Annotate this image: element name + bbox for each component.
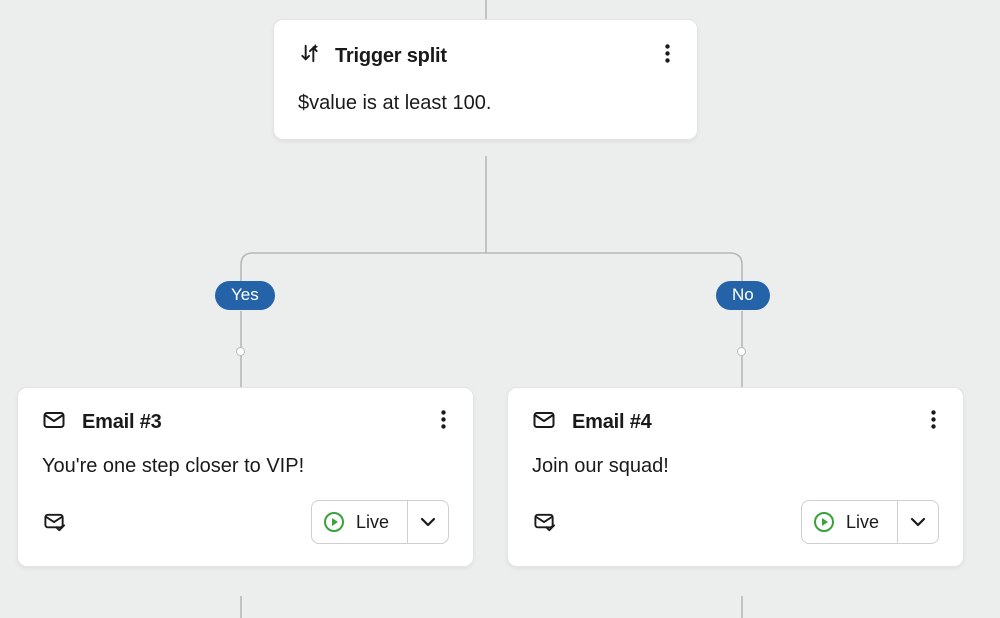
email-status-label: Live	[846, 512, 879, 533]
branch-badge-no: No	[716, 281, 770, 310]
email-title: Email #4	[572, 411, 652, 434]
email-title: Email #3	[82, 411, 162, 434]
live-status-icon	[324, 512, 344, 532]
email-more-button[interactable]	[921, 407, 945, 431]
live-status-icon	[814, 512, 834, 532]
email-node-4[interactable]: Email #4 Join our squad!	[507, 387, 964, 567]
trigger-more-button[interactable]	[655, 41, 679, 65]
flow-canvas[interactable]: Trigger split $value is at least 100. Ye…	[0, 0, 1000, 618]
email-subject-preview: You're one step closer to VIP!	[42, 455, 449, 478]
smart-send-icon[interactable]	[532, 510, 556, 534]
connector-dot	[236, 347, 245, 356]
smart-send-icon[interactable]	[42, 510, 66, 534]
email-more-button[interactable]	[431, 407, 455, 431]
email-icon	[532, 408, 556, 437]
branch-badge-yes: Yes	[215, 281, 275, 310]
trigger-split-icon	[298, 42, 321, 70]
email-status-dropdown[interactable]: Live	[801, 500, 939, 544]
trigger-condition-text: $value is at least 100.	[298, 92, 673, 115]
email-node-3[interactable]: Email #3 You're one step closer to VIP!	[17, 387, 474, 567]
connector-dot	[737, 347, 746, 356]
trigger-split-node[interactable]: Trigger split $value is at least 100.	[273, 19, 698, 140]
email-icon	[42, 408, 66, 437]
email-status-dropdown[interactable]: Live	[311, 500, 449, 544]
chevron-down-icon	[408, 501, 448, 543]
trigger-title: Trigger split	[335, 45, 447, 68]
chevron-down-icon	[898, 501, 938, 543]
email-subject-preview: Join our squad!	[532, 455, 939, 478]
email-status-label: Live	[356, 512, 389, 533]
